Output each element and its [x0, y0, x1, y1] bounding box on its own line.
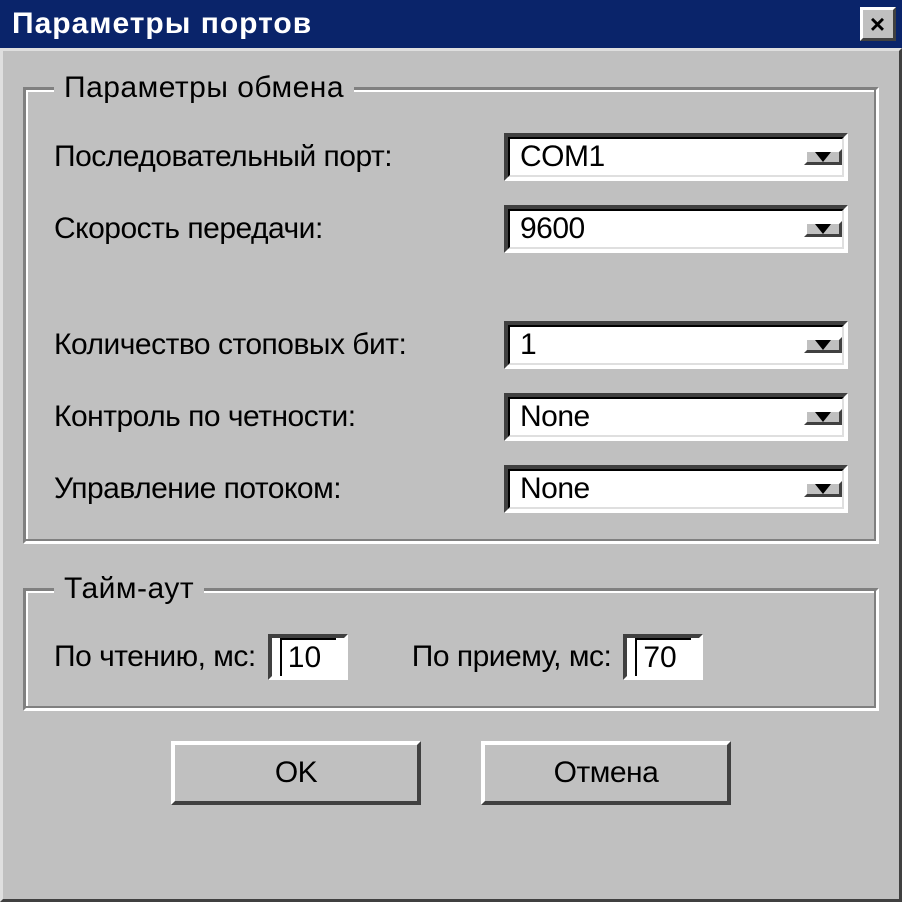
- chevron-down-icon: [804, 481, 842, 497]
- timeout-legend: Тайм-аут: [54, 572, 204, 606]
- serial-port-value: COM1: [510, 140, 804, 174]
- stop-bits-value: 1: [510, 328, 804, 362]
- button-row: OK Отмена: [23, 741, 879, 805]
- close-icon: ×: [870, 9, 886, 39]
- dialog-body: Параметры обмена Последовательный порт: …: [0, 48, 902, 902]
- baud-rate-value: 9600: [510, 212, 804, 246]
- serial-port-label: Последовательный порт:: [54, 140, 504, 174]
- cancel-button-label: Отмена: [554, 756, 659, 790]
- ok-button-label: OK: [275, 756, 317, 790]
- chevron-down-icon: [804, 149, 842, 165]
- flow-control-label: Управление потоком:: [54, 472, 504, 506]
- stop-bits-dropdown[interactable]: 1: [504, 321, 848, 369]
- recv-timeout-input[interactable]: 70: [623, 634, 703, 680]
- flow-control-value: None: [510, 472, 804, 506]
- close-button[interactable]: ×: [860, 7, 896, 41]
- chevron-down-icon: [804, 221, 842, 237]
- serial-port-dropdown[interactable]: COM1: [504, 133, 848, 181]
- window-title: Параметры портов: [12, 7, 312, 41]
- stop-bits-label: Количество стоповых бит:: [54, 328, 504, 362]
- baud-rate-dropdown[interactable]: 9600: [504, 205, 848, 253]
- chevron-down-icon: [804, 409, 842, 425]
- exchange-group: Параметры обмена Последовательный порт: …: [23, 71, 879, 544]
- parity-label: Контроль по четности:: [54, 400, 504, 434]
- titlebar: Параметры портов ×: [0, 0, 902, 48]
- read-timeout-value: 10: [288, 641, 321, 675]
- recv-timeout-value: 70: [643, 641, 676, 675]
- ok-button[interactable]: OK: [171, 741, 421, 805]
- parity-dropdown[interactable]: None: [504, 393, 848, 441]
- flow-control-dropdown[interactable]: None: [504, 465, 848, 513]
- chevron-down-icon: [804, 337, 842, 353]
- timeout-group: Тайм-аут По чтению, мс: 10 По приему, мс…: [23, 572, 879, 711]
- recv-timeout-label: По приему, мс:: [412, 640, 612, 674]
- baud-rate-label: Скорость передачи:: [54, 212, 504, 246]
- read-timeout-input[interactable]: 10: [268, 634, 348, 680]
- exchange-legend: Параметры обмена: [54, 71, 354, 105]
- parity-value: None: [510, 400, 804, 434]
- cancel-button[interactable]: Отмена: [481, 741, 731, 805]
- read-timeout-label: По чтению, мс:: [54, 640, 256, 674]
